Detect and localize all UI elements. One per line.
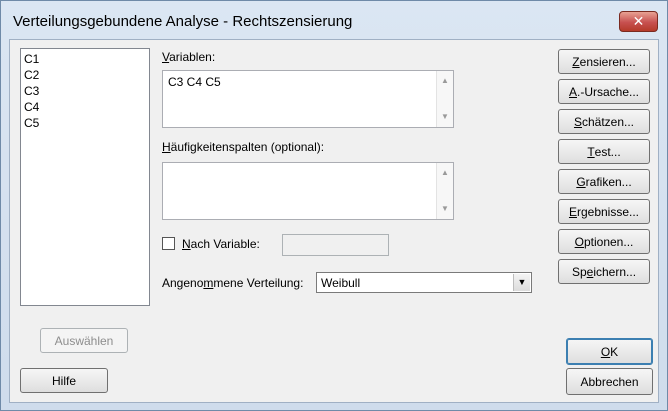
distribution-select[interactable]: Weibull ▼ <box>316 272 532 293</box>
by-variable-label: Nach Variable: <box>182 237 260 251</box>
variables-field[interactable]: C3 C4 C5 ▲ ▼ <box>162 70 454 128</box>
close-icon: ✕ <box>632 13 645 29</box>
columns-listbox[interactable]: C1 C2 C3 C4 C5 <box>20 48 150 306</box>
scroll-up-icon[interactable]: ▲ <box>437 165 453 181</box>
list-item[interactable]: C2 <box>24 67 146 83</box>
list-item[interactable]: C3 <box>24 83 146 99</box>
scroll-down-icon[interactable]: ▼ <box>437 201 453 217</box>
close-button[interactable]: ✕ <box>619 11 658 32</box>
list-item[interactable]: C5 <box>24 115 146 131</box>
graphs-button[interactable]: Grafiken... <box>558 169 650 194</box>
censor-button[interactable]: Zensieren... <box>558 49 650 74</box>
scroll-up-icon[interactable]: ▲ <box>437 73 453 89</box>
frequency-scrollbar[interactable]: ▲ ▼ <box>436 163 453 219</box>
scroll-down-icon[interactable]: ▼ <box>437 109 453 125</box>
cancel-button[interactable]: Abbrechen <box>566 368 653 395</box>
title-bar[interactable]: Verteilungsgebundene Analyse - Rechtszen… <box>1 1 667 35</box>
window-title: Verteilungsgebundene Analyse - Rechtszen… <box>13 13 353 30</box>
results-button[interactable]: Ergebnisse... <box>558 199 650 224</box>
estimate-button[interactable]: Schätzen... <box>558 109 650 134</box>
dialog-window: Verteilungsgebundene Analyse - Rechtszen… <box>0 0 668 411</box>
variables-value: C3 C4 C5 <box>168 75 221 89</box>
distribution-label: Angenommene Verteilung: <box>162 276 304 290</box>
distribution-selected-value: Weibull <box>321 276 361 290</box>
list-item[interactable]: C4 <box>24 99 146 115</box>
test-button[interactable]: Test... <box>558 139 650 164</box>
help-button[interactable]: Hilfe <box>20 368 108 393</box>
by-variable-input[interactable] <box>282 234 389 256</box>
ok-button[interactable]: OK <box>566 338 653 365</box>
variables-scrollbar[interactable]: ▲ ▼ <box>436 71 453 127</box>
by-variable-checkbox[interactable] <box>162 237 175 250</box>
list-item[interactable]: C1 <box>24 51 146 67</box>
options-button[interactable]: Optionen... <box>558 229 650 254</box>
variables-label: Variablen: <box>162 50 216 64</box>
dialog-client-area: C1 C2 C3 C4 C5 Variablen: C3 C4 C5 ▲ ▼ H… <box>9 39 659 403</box>
frequency-label: Häufigkeitenspalten (optional): <box>162 140 325 154</box>
failure-cause-button[interactable]: A .-Ursache... <box>558 79 650 104</box>
frequency-field[interactable]: ▲ ▼ <box>162 162 454 220</box>
store-button[interactable]: Sp e ichern... <box>558 259 650 284</box>
dropdown-arrow-icon[interactable]: ▼ <box>513 274 530 291</box>
select-button[interactable]: Auswählen <box>40 328 128 353</box>
